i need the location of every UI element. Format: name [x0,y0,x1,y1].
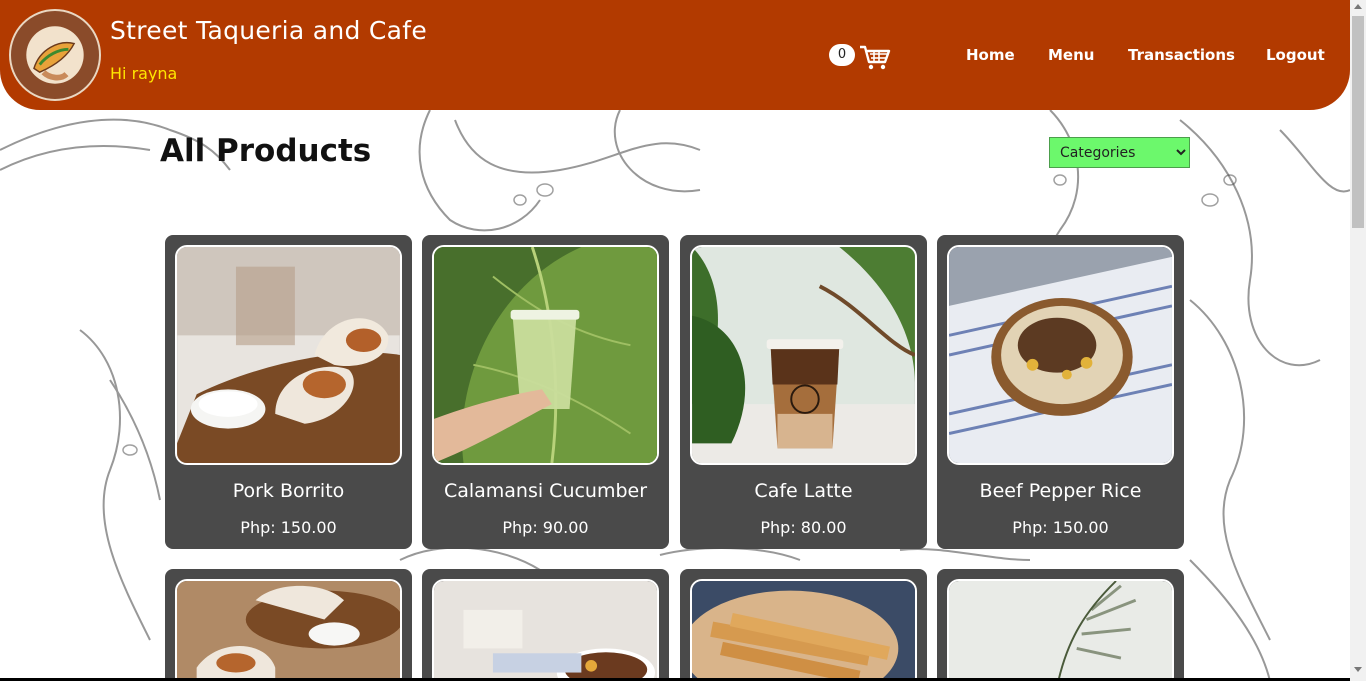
product-name: Beef Pepper Rice [979,480,1142,502]
product-card[interactable]: Calamansi Cucumber Php: 90.00 [422,235,669,549]
scroll-down-arrow-icon[interactable] [1354,667,1362,672]
product-image [947,245,1174,465]
nav-menu-link[interactable]: Menu [1048,46,1094,64]
soup-bowl-photo [434,581,657,681]
scroll-up-arrow-icon[interactable] [1354,4,1362,9]
product-card[interactable]: Pork Borrito Php: 150.00 [165,235,412,549]
product-price: Php: 90.00 [502,518,589,537]
product-image [432,579,659,681]
product-price: Php: 150.00 [240,518,337,537]
page-scrollbar[interactable] [1350,0,1366,681]
nav-home-link[interactable]: Home [966,46,1015,64]
scroll-thumb[interactable] [1352,16,1364,228]
page-title: All Products [160,133,372,169]
product-card[interactable] [422,569,669,681]
product-card[interactable] [165,569,412,681]
product-image [947,579,1174,681]
pork-burrito-photo [177,247,400,463]
product-card[interactable]: Cafe Latte Php: 80.00 [680,235,927,549]
flautas-plate-photo [692,581,915,681]
nav-logout-link[interactable]: Logout [1266,46,1325,64]
product-name: Pork Borrito [232,480,345,502]
product-price: Php: 80.00 [760,518,847,537]
product-image [690,579,917,681]
burrito-plate-photo [177,581,400,681]
product-name: Cafe Latte [754,480,853,502]
nav-transactions-link[interactable]: Transactions [1128,46,1235,64]
product-card[interactable] [680,569,927,681]
calamansi-cucumber-drink-photo [434,247,657,463]
product-image [432,245,659,465]
product-image [175,579,402,681]
top-header: Street Taqueria and Cafe Hi rayna 0 Home… [0,0,1350,110]
product-image [690,245,917,465]
product-card[interactable]: Beef Pepper Rice Php: 150.00 [937,235,1184,549]
plant-photo [949,581,1172,681]
product-image [175,245,402,465]
brand-title: Street Taqueria and Cafe [110,16,428,45]
category-select[interactable]: Categories [1049,137,1190,168]
main-nav: Home Menu Transactions Logout [0,46,1350,70]
product-name: Calamansi Cucumber [443,480,648,502]
product-price: Php: 150.00 [1012,518,1109,537]
product-card[interactable] [937,569,1184,681]
cafe-latte-photo [692,247,915,463]
beef-pepper-rice-photo [949,247,1172,463]
